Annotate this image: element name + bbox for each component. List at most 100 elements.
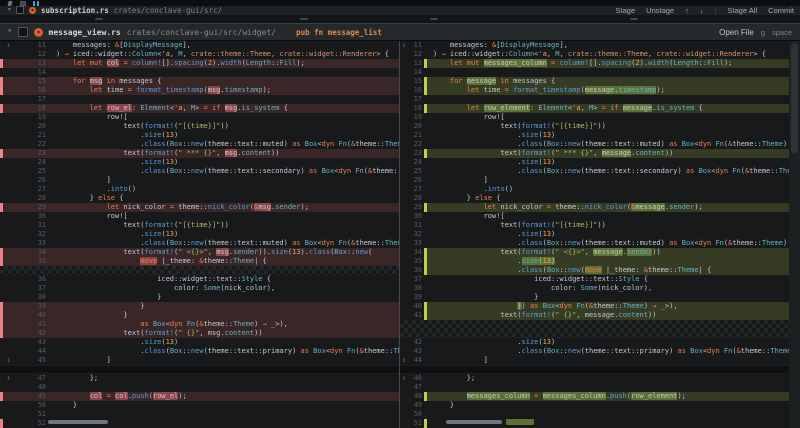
code-text[interactable]: ) → iced::widget::Column<'a, M, crate::t… [427,50,789,59]
code-line[interactable]: 28 } else { [400,194,789,203]
commit-button[interactable]: Commit [768,6,794,15]
code-line[interactable]: 38 } [0,293,399,302]
code-line[interactable]: 20 text(format!("[{time}]")) [0,122,399,131]
code-line[interactable]: 14 [0,68,399,77]
code-line[interactable]: 49 } [400,401,789,410]
code-line[interactable]: 31 text(format!("[{time}]")) [0,221,399,230]
code-text[interactable]: .class(Box::new(theme::text::secondary) … [50,167,399,176]
code-text[interactable]: messages_column = messages_column.push(r… [427,392,789,401]
stage-checkbox[interactable] [16,6,24,14]
code-line[interactable]: 24 .size(13) [0,158,399,167]
code-text[interactable]: for msg in messages { [50,77,399,86]
code-text[interactable]: row![ [50,212,399,221]
chevron-down-icon[interactable]: ▾ [8,29,12,35]
code-line[interactable]: 12) → iced::widget::Column<'a, M, crate:… [400,50,789,59]
code-text[interactable]: move |_theme: &theme::Theme| { [50,257,399,266]
code-text[interactable]: messages: &[DisplayMessage], [427,41,789,50]
code-line[interactable]: 40 } [0,311,399,320]
expand-hunk-icon[interactable]: ↕ [400,356,408,365]
code-line[interactable]: 37 iced::widget::text::Style { [400,275,789,284]
code-line[interactable]: 26 ] [400,176,789,185]
code-text[interactable] [50,68,399,77]
code-line[interactable]: 37 color: Some(nick_color), [0,284,399,293]
code-line[interactable]: 30 row![ [0,212,399,221]
code-text[interactable]: for message in messages { [427,77,789,86]
code-text[interactable]: text(format!(" *** {}", message.content)… [427,149,789,158]
code-line[interactable]: 33 .class(Box::new(theme::text::muted) a… [0,239,399,248]
code-text[interactable]: iced::widget::text::Style { [50,275,399,284]
code-line[interactable]: 19 row![ [0,113,399,122]
code-line[interactable]: 44 .class(Box::new(theme::text::primary)… [0,347,399,356]
code-line[interactable]: 41 as Box<dyn Fn(&theme::Theme) → _>), [0,320,399,329]
code-line[interactable]: 32 .size(13) [400,230,789,239]
code-line[interactable]: 19 row![ [400,113,789,122]
vertical-scrollbar[interactable] [789,41,800,428]
code-line[interactable]: 48 messages_column = messages_column.pus… [400,392,789,401]
expand-hunk-icon[interactable]: ↕ [3,41,14,50]
code-text[interactable]: .size(13) [50,131,399,140]
code-text[interactable]: } [50,302,399,311]
code-text[interactable] [427,383,789,392]
code-line[interactable]: 15 for msg in messages { [0,77,399,86]
collapsed-gap[interactable] [400,320,789,329]
code-line[interactable]: 13 let mut messages_column = column![].s… [400,59,789,68]
expand-hunk-icon[interactable]: ↕ [3,374,14,383]
code-line[interactable]: ↕44 ] [400,356,789,365]
code-text[interactable]: let nick_color = theme::nick_color(&mess… [427,203,789,212]
code-text[interactable]: text(format!("[{time}]")) [427,221,789,230]
code-text[interactable]: .into() [50,185,399,194]
code-line[interactable]: 36 iced::widget::text::Style { [0,275,399,284]
code-line[interactable]: 12) → iced::widget::Column<'a, M, crate:… [0,50,399,59]
code-line[interactable]: 42 .size(13) [400,338,789,347]
code-line[interactable]: ↕46 }; [400,374,789,383]
code-text[interactable]: .size(13) [427,158,789,167]
code-text[interactable]: as Box<dyn Fn(&theme::Theme) → _>), [50,320,399,329]
code-text[interactable]: text(format!(" <{}>", message.sender)) [427,248,789,257]
code-line[interactable]: 36 .class(Box::new(move |_theme: &theme:… [400,266,789,275]
code-text[interactable]: row![ [50,113,399,122]
code-line[interactable]: 17 [0,95,399,104]
code-text[interactable]: let row_el: Element<'a, M> = if msg.is_s… [50,104,399,113]
code-line[interactable]: 35 move |_theme: &theme::Theme| { [0,257,399,266]
code-text[interactable]: .size(13) [50,158,399,167]
code-line[interactable]: 32 .size(13) [0,230,399,239]
code-text[interactable]: text(format!("[{time}]")) [427,122,789,131]
code-text[interactable]: }) as Box<dyn Fn(&theme::Theme) → _>), [427,302,789,311]
code-line[interactable]: 30 row![ [400,212,789,221]
code-text[interactable]: text(format!(" *** {}", msg.content)) [50,149,399,158]
code-text[interactable] [427,68,789,77]
code-line[interactable]: 52 [0,419,399,428]
code-text[interactable]: let row_element: Element<'a, M> = if mes… [427,104,789,113]
code-text[interactable]: }; [427,374,789,383]
stage-button[interactable]: Stage [616,6,636,15]
unstage-button[interactable]: Unstage [646,6,674,15]
code-line[interactable]: 18 let row_el: Element<'a, M> = if msg.i… [0,104,399,113]
code-text[interactable]: ) → iced::widget::Column<'a, M, crate::t… [50,50,399,59]
code-text[interactable]: .class(Box::new(theme::text::muted) as B… [50,140,399,149]
code-text[interactable]: .size(13) [427,230,789,239]
next-hunk-button[interactable]: ↓ [700,6,704,15]
code-text[interactable]: let mut messages_column = column![].spac… [427,59,789,68]
code-line[interactable]: 24 .size(13) [400,158,789,167]
code-line[interactable]: 20 text(format!("[{time}]")) [400,122,789,131]
expand-hunk-icon[interactable]: ↕ [400,41,408,50]
code-text[interactable]: ] [50,356,399,365]
code-text[interactable]: text(format!("[{time}]")) [50,122,399,131]
scrollbar-thumb[interactable] [791,43,798,153]
open-file-button[interactable]: Open File [719,28,754,37]
horizontal-scrollbar-thumb[interactable] [446,420,502,424]
code-text[interactable]: messages: &[DisplayMessage], [50,41,399,50]
code-line[interactable]: 43 .class(Box::new(theme::text::primary)… [400,347,789,356]
code-line[interactable]: 27 .into() [0,185,399,194]
code-line[interactable]: 18 let row_element: Element<'a, M> = if … [400,104,789,113]
code-line[interactable]: 34 text(format!(" <{}>", msg.sender)).si… [0,248,399,257]
file-name[interactable]: message_view.rs [49,28,121,37]
code-line[interactable]: 25 .class(Box::new(theme::text::secondar… [400,167,789,176]
code-line[interactable]: 50 } [0,401,399,410]
code-line[interactable]: 40 }) as Box<dyn Fn(&theme::Theme) → _>)… [400,302,789,311]
code-line[interactable]: 17 [400,95,789,104]
expand-hunk-icon[interactable]: ↕ [400,374,408,383]
code-text[interactable]: } [50,311,399,320]
symbol-breadcrumb[interactable]: pub fn message_list [296,28,382,37]
code-line[interactable]: 51 [400,419,789,428]
